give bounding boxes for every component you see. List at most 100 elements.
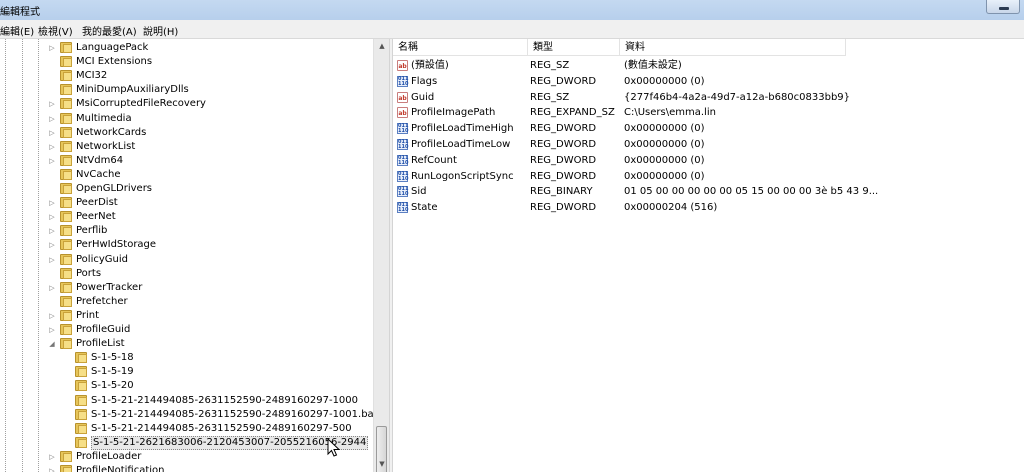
value-data: {277f46b4-4a2a-49d7-a12a-b680c0833bb9}: [624, 91, 851, 103]
expand-arrow-icon[interactable]: ▷: [48, 256, 56, 264]
value-row[interactable]: ab (預設值) REG_SZ (數值未設定): [393, 58, 1024, 74]
expand-arrow-icon[interactable]: ▷: [48, 129, 56, 137]
expand-arrow-icon[interactable]: ▷: [48, 100, 56, 108]
registry-values-list[interactable]: 名稱 類型 資料 ab (預設值) REG_SZ (數值未設定) 011 110 Flag…: [393, 39, 1024, 472]
value-type: REG_SZ: [530, 91, 570, 103]
scroll-down-icon[interactable]: ▼: [374, 457, 390, 472]
tree-item[interactable]: ▷ PeerDist: [0, 196, 370, 210]
tree-item[interactable]: MCI Extensions: [0, 55, 370, 69]
tree-item[interactable]: ▷ Perflib: [0, 224, 370, 238]
value-data: 0x00000000 (0): [624, 154, 705, 166]
value-type: REG_SZ: [530, 60, 570, 71]
value-row[interactable]: ab ProfileImagePath REG_EXPAND_SZ C:\Users\…: [393, 105, 1024, 121]
tree-item[interactable]: S-1-5-18: [0, 351, 370, 365]
tree-item[interactable]: Prefetcher: [0, 295, 370, 309]
column-header-name[interactable]: 名稱: [393, 39, 528, 56]
expand-arrow-icon[interactable]: ▷: [48, 227, 56, 235]
tree-item[interactable]: NvCache: [0, 168, 370, 182]
folder-icon: [60, 211, 72, 223]
tree-item[interactable]: ▷ Print: [0, 309, 370, 323]
value-row[interactable]: 011 110 State REG_DWORD 0x00000204 (516): [393, 200, 1024, 216]
expand-arrow-icon[interactable]: ▷: [48, 143, 56, 151]
collapse-arrow-icon[interactable]: ◢: [48, 340, 56, 348]
tree-item[interactable]: ▷ MsiCorruptedFileRecovery: [0, 97, 370, 111]
tree-item[interactable]: S-1-5-21-214494085-2631152590-2489160297…: [0, 422, 370, 436]
folder-icon: [60, 42, 72, 53]
tree-item[interactable]: ▷ NetworkList: [0, 140, 370, 154]
tree-item[interactable]: ▷ NetworkCards: [0, 126, 370, 140]
value-type: REG_DWORD: [530, 123, 597, 135]
menu-help[interactable]: 說明(H): [143, 23, 178, 38]
tree-item[interactable]: Ports: [0, 267, 370, 281]
tree-item[interactable]: OpenGLDrivers: [0, 182, 370, 196]
expand-arrow-icon[interactable]: ▷: [48, 199, 56, 207]
expand-arrow-icon[interactable]: ▷: [48, 467, 56, 472]
tree-scrollbar[interactable]: ▲ ▼: [373, 39, 389, 472]
tree-item-label: S-1-5-19: [91, 366, 134, 378]
tree-item[interactable]: MCI32: [0, 69, 370, 83]
tree-item[interactable]: ▷ PeerNet: [0, 210, 370, 224]
tree-item[interactable]: ▷ PerHwIdStorage: [0, 238, 370, 252]
column-header-data[interactable]: 資料: [620, 39, 846, 56]
tree-item[interactable]: ▷ ProfileLoader: [0, 450, 370, 464]
tree-item[interactable]: S-1-5-19: [0, 365, 370, 379]
value-row[interactable]: 011 110 Flags REG_DWORD 0x00000000 (0): [393, 74, 1024, 90]
expand-arrow-icon[interactable]: ▷: [48, 241, 56, 249]
menu-favorites[interactable]: 我的最愛(A): [82, 23, 137, 38]
expand-arrow-icon[interactable]: ▷: [48, 284, 56, 292]
value-row[interactable]: 011 110 ProfileLoadTimeLow REG_DWORD 0x0000…: [393, 137, 1024, 153]
tree-item[interactable]: ▷ LanguagePack: [0, 41, 370, 55]
registry-key-tree[interactable]: ▷ LanguagePack MCI Extensions MCI32 MiniDump…: [0, 39, 373, 472]
tree-item[interactable]: ▷ PolicyGuid: [0, 253, 370, 267]
expand-arrow-icon[interactable]: ▷: [48, 312, 56, 320]
tree-item[interactable]: ◢ ProfileList: [0, 337, 370, 351]
folder-icon: [60, 98, 72, 110]
tree-item[interactable]: ▷ ProfileNotification: [0, 464, 370, 472]
binary-value-icon: 011 110: [397, 154, 409, 166]
folder-icon: [60, 140, 72, 152]
window-title: 編輯程式: [0, 7, 40, 18]
tree-item[interactable]: ▷ Multimedia: [0, 112, 370, 126]
minimize-button[interactable]: [986, 0, 1020, 14]
tree-item[interactable]: ▷ PowerTracker: [0, 281, 370, 295]
value-name: ProfileLoadTimeLow: [411, 139, 511, 150]
expand-arrow-icon[interactable]: ▷: [48, 157, 56, 165]
tree-item-label: NetworkCards: [76, 126, 147, 138]
tree-item[interactable]: S-1-5-20: [0, 379, 370, 393]
folder-icon: [60, 84, 72, 96]
title-bar: 編輯程式: [0, 0, 1024, 20]
string-value-icon: ab: [397, 107, 408, 119]
column-header-type[interactable]: 類型: [528, 39, 620, 56]
tree-item[interactable]: ▷ NtVdm64: [0, 154, 370, 168]
expand-arrow-icon[interactable]: ▷: [48, 213, 56, 221]
value-name: RunLogonScriptSync: [411, 170, 514, 182]
expand-arrow-icon[interactable]: ▷: [48, 115, 56, 123]
expand-arrow-icon[interactable]: ▷: [48, 44, 56, 52]
tree-item-label: LanguagePack: [76, 42, 149, 53]
tree-item-label: S-1-5-21-214494085-2631152590-2489160297…: [91, 408, 373, 420]
folder-icon: [60, 168, 72, 180]
tree-item[interactable]: ▷ ProfileGuid: [0, 323, 370, 337]
scroll-up-icon[interactable]: ▲: [374, 39, 390, 54]
tree-item-label: ProfileGuid: [76, 324, 131, 335]
value-row[interactable]: 011 110 RunLogonScriptSync REG_DWORD 0x0000…: [393, 169, 1024, 185]
menu-view[interactable]: 檢視(V): [38, 23, 73, 38]
folder-icon: [60, 183, 72, 194]
value-name: ProfileImagePath: [411, 107, 496, 119]
expand-arrow-icon[interactable]: ▷: [48, 453, 56, 461]
menu-edit[interactable]: 編輯(E): [0, 23, 34, 38]
value-row[interactable]: 011 110 ProfileLoadTimeHigh REG_DWORD 0x000…: [393, 121, 1024, 137]
tree-item[interactable]: S-1-5-21-214494085-2631152590-2489160297…: [0, 394, 370, 408]
value-row[interactable]: 011 110 RefCount REG_DWORD 0x00000000 (0): [393, 153, 1024, 169]
value-row[interactable]: ab Guid REG_SZ {277f46b4-4a2a-49d7-a12a-b68…: [393, 90, 1024, 106]
folder-icon: [60, 126, 72, 138]
tree-item[interactable]: S-1-5-21-2621683006-2120453007-205521605…: [0, 435, 370, 450]
value-name: Flags: [411, 75, 438, 87]
value-row[interactable]: 011 110 Sid REG_BINARY 01 05 00 00 00 00 00…: [393, 184, 1024, 200]
tree-item[interactable]: S-1-5-21-214494085-2631152590-2489160297…: [0, 408, 373, 422]
tree-item-label: S-1-5-20: [91, 380, 134, 392]
tree-item[interactable]: MiniDumpAuxiliaryDlls: [0, 83, 370, 97]
expand-arrow-icon[interactable]: ▷: [48, 326, 56, 334]
tree-item-label: PerHwIdStorage: [76, 239, 157, 251]
value-type: REG_DWORD: [530, 170, 597, 182]
